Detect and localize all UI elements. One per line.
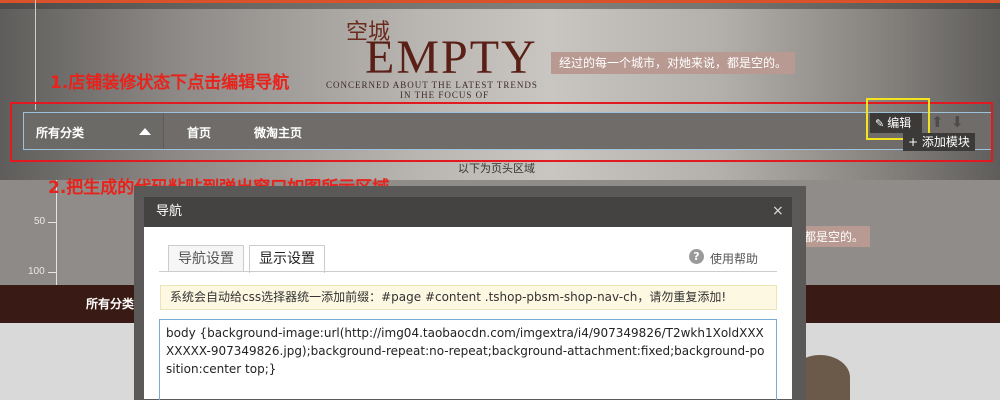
nav-dialog: 导航 × 导航设置 显示设置 ? 使用帮助 系统会自动给css选择器统一添加前缀… [143,196,793,400]
annotation-red-highlight [10,102,993,162]
vertical-ruler-top [28,0,36,110]
css-code-textarea[interactable]: body {background-image:url(http://img04.… [159,319,777,400]
tab-display-settings[interactable]: 显示设置 [249,245,325,273]
logo-main-text: EMPTY [365,31,538,84]
arrow-up-icon[interactable]: ⬆ [931,113,944,131]
help-link[interactable]: 使用帮助 [710,250,758,267]
ruler-label: 50 [34,216,46,227]
tab-nav-settings[interactable]: 导航设置 [168,245,244,272]
close-icon[interactable]: × [772,203,784,219]
ruler-label: 100 [28,266,45,277]
add-module-label: 添加模块 [921,135,970,149]
top-dark-strip [0,3,1000,9]
logo-subtitle-line1: CONCERNED ABOUT THE LATEST TRENDS [326,80,538,90]
lower-tagline-fragment: 都是空的。 [798,226,871,247]
banner-tagline: 经过的每一个城市，对她来说，都是空的。 [551,52,796,74]
annotation-step1: 1.店铺装修状态下点击编辑导航 [50,73,290,93]
add-module-button[interactable]: + 添加模块 [903,133,975,151]
arrow-down-icon[interactable]: ⬇ [951,113,964,131]
lower-all-categories[interactable]: 所有分类 [86,295,134,312]
ruler-tick [48,272,56,273]
logo-subtitle-line2: IN THE FOCUS OF [400,90,490,100]
plus-icon: + [908,135,922,149]
help-icon[interactable]: ? [689,249,704,264]
dialog-title[interactable]: 导航 [144,197,792,227]
tab-divider [159,271,777,272]
header-area-label: 以下为页头区域 [458,162,535,175]
ruler-tick [48,222,56,223]
css-prefix-notice: 系统会自动给css选择器统一添加前缀：#page #content .tshop… [160,285,777,310]
